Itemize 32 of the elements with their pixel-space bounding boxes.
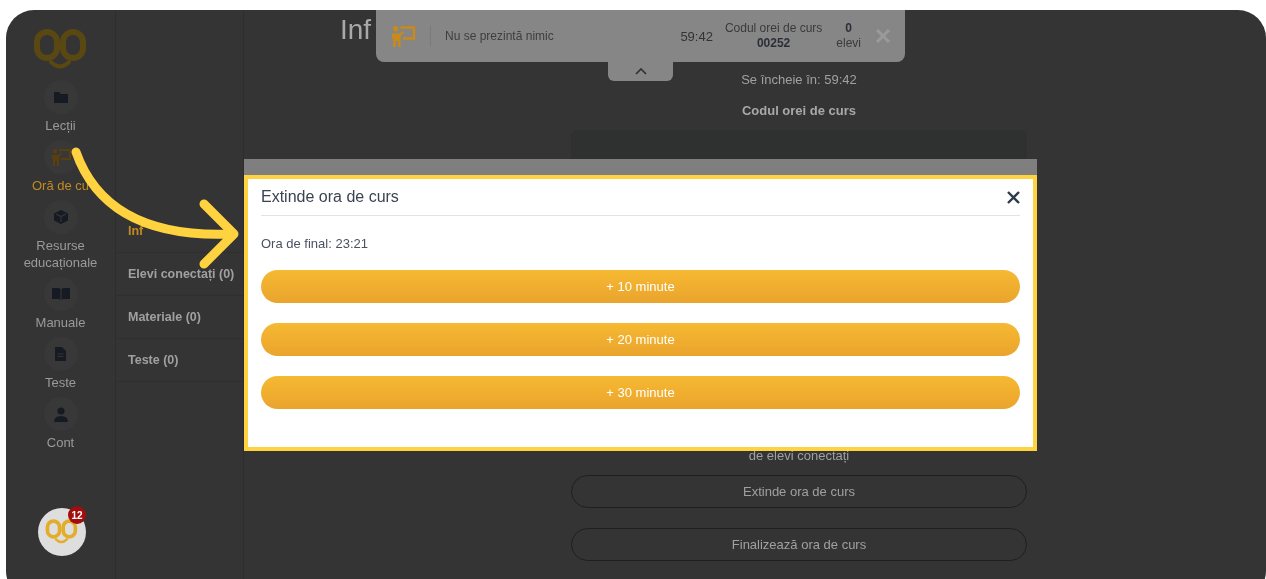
code-label: Codul orei de curs xyxy=(741,103,857,118)
close-icon[interactable] xyxy=(1007,190,1020,204)
timer-text: 59:42 xyxy=(680,28,713,44)
end-countdown: Se încheie în: 59:42 xyxy=(741,72,857,87)
presentation-status: Nu se prezintă nimic xyxy=(445,29,555,43)
class-code: 00252 xyxy=(756,36,791,51)
section-tab[interactable]: Teste (0) xyxy=(116,339,243,382)
section-tab[interactable]: Inf xyxy=(116,210,243,253)
teacher-icon xyxy=(50,148,71,166)
page-heading: Inf xyxy=(340,14,372,46)
sidebar-item[interactable]: Manuale xyxy=(10,277,111,331)
logo-icon xyxy=(45,518,79,546)
connected-note: de elevi conectați xyxy=(748,448,850,463)
sidebar-item[interactable]: Oră de cu xyxy=(10,140,111,194)
book-icon xyxy=(51,288,70,300)
sidebar-item[interactable]: Teste xyxy=(10,337,111,391)
students-label: elevi xyxy=(836,36,861,51)
document-icon xyxy=(55,347,66,361)
sidebar-item[interactable]: Resurse educaționale xyxy=(10,200,111,271)
end-time-text: Ora de final: 23:21 xyxy=(261,236,369,251)
section-tab[interactable]: Elevi conectați (0) xyxy=(116,253,243,296)
teacher-icon xyxy=(390,25,431,47)
cube-icon xyxy=(53,210,68,224)
chevron-up-icon xyxy=(634,68,647,75)
person-icon xyxy=(53,406,68,422)
sidebar-item[interactable]: Cont xyxy=(10,397,111,451)
dialog-title: Extinde ora de curs xyxy=(261,188,399,206)
sidebar-item[interactable]: Lecții xyxy=(10,80,111,134)
code-label: Codul orei de curs xyxy=(724,21,823,36)
folder-icon xyxy=(53,91,68,103)
section-tab[interactable]: Materiale (0) xyxy=(116,296,243,339)
students-count: 0 xyxy=(845,21,852,36)
